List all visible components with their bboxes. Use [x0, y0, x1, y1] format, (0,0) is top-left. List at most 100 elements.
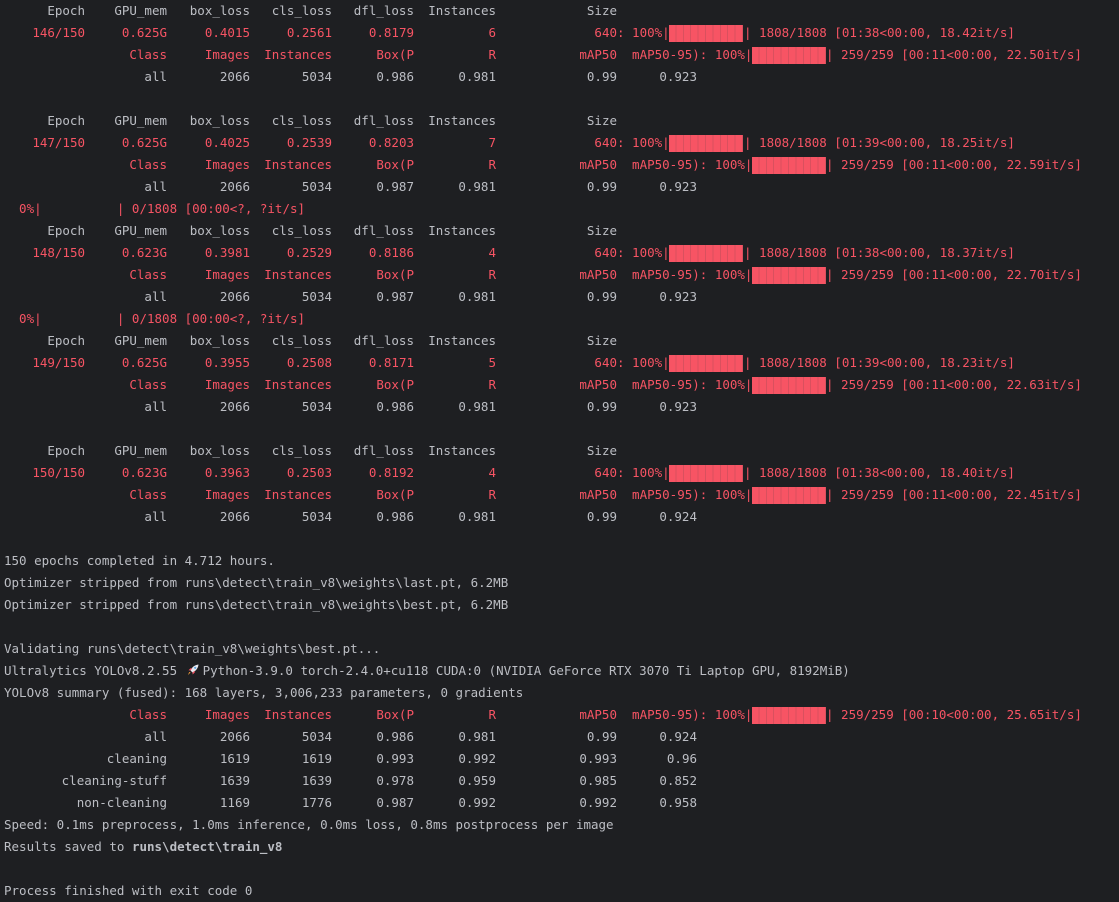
- train-value-cell: 0.3963: [204, 465, 250, 480]
- val-header-cell: Box(P: [376, 47, 414, 62]
- train-value-cell: 640: [594, 245, 617, 260]
- val-header-row: Class Images Instances Box(P RmAP50 mAP50-95…: [0, 264, 1119, 286]
- val-header-cell: mAP50: [579, 377, 617, 392]
- train-header-cell: dfl_loss: [353, 443, 414, 458]
- val-all-row: all 2066 5034 0.987 0.981 0.99 0.923: [0, 286, 1119, 308]
- results-saved-line: Results saved to runs\detect\train_v8: [0, 836, 1119, 858]
- metric-cell: 0.992: [458, 795, 496, 810]
- val-header-cell: R: [488, 487, 496, 502]
- val-header-cell: Images: [204, 157, 250, 172]
- val-header-cell: Class: [129, 267, 167, 282]
- train-header-cell: box_loss: [189, 223, 250, 238]
- train-value-cell: 0.2529: [286, 245, 332, 260]
- metric-cell: 0.99: [586, 729, 617, 744]
- train-value-cell: 640: [594, 25, 617, 40]
- metric-cell: 0.958: [659, 795, 697, 810]
- process-exit-line-text: Process finished with exit code 0: [4, 883, 253, 898]
- optimizer-stripped-last-line-text: Optimizer stripped from runs\detect\trai…: [4, 575, 509, 590]
- metric-cell: 0.852: [659, 773, 697, 788]
- val-header-row: Class Images Instances Box(P RmAP50 mAP50-95…: [0, 484, 1119, 506]
- val-header-row: Class Images Instances Box(P RmAP50 mAP50-95…: [0, 44, 1119, 66]
- progress-label: mAP50-95): 100%|: [617, 707, 753, 722]
- val-all-row: all 2066 5034 0.986 0.981 0.99 0.924: [0, 506, 1119, 528]
- train-header-row: Epoch GPU_mem box_loss cls_loss dfl_loss Inst…: [0, 440, 1119, 462]
- optimizer-stripped-best-line-text: Optimizer stripped from runs\detect\trai…: [4, 597, 509, 612]
- progress-stats: 0%| | 0/1808 [00:00<?, ?it/s]: [4, 311, 306, 326]
- val-header-cell: mAP50: [579, 707, 617, 722]
- idle-progress-row: 0%| | 0/1808 [00:00<?, ?it/s]: [0, 308, 1119, 330]
- metric-cell: 5034: [301, 509, 332, 524]
- train-header-cell: GPU_mem: [114, 3, 167, 18]
- metric-cell: 0.986: [376, 69, 414, 84]
- train-header-cell: cls_loss: [271, 333, 332, 348]
- metric-cell: 1619: [219, 751, 250, 766]
- metric-cell: 2066: [219, 399, 250, 414]
- metric-cell: 0.923: [659, 179, 697, 194]
- val-header-cell: R: [488, 47, 496, 62]
- val-header-cell: mAP50: [579, 157, 617, 172]
- progress-bar: [752, 377, 826, 394]
- train-header-cell: Epoch: [47, 443, 85, 458]
- progress-label: : 100%|: [617, 355, 670, 370]
- val-header-row: Class Images Instances Box(P RmAP50 mAP50-95…: [0, 154, 1119, 176]
- train-value-cell: 148/150: [32, 245, 85, 260]
- progress-label: : 100%|: [617, 135, 670, 150]
- train-header-cell: Instances: [428, 223, 496, 238]
- train-header-cell: dfl_loss: [353, 113, 414, 128]
- train-value-cell: 0.4025: [204, 135, 250, 150]
- model-summary-line: YOLOv8 summary (fused): 168 layers, 3,00…: [0, 682, 1119, 704]
- train-header-cell: cls_loss: [271, 3, 332, 18]
- train-header-cell: box_loss: [189, 113, 250, 128]
- val-header-cell: R: [488, 377, 496, 392]
- train-header-cell: Epoch: [47, 113, 85, 128]
- progress-label: : 100%|: [617, 245, 670, 260]
- train-value-cell: 0.623G: [121, 245, 167, 260]
- progress-bar: [669, 245, 743, 262]
- progress-label: mAP50-95): 100%|: [617, 377, 753, 392]
- train-header-cell: Instances: [428, 333, 496, 348]
- metric-cell: 0.987: [376, 795, 414, 810]
- train-value-cell: 0.2539: [286, 135, 332, 150]
- val-header-cell: R: [488, 267, 496, 282]
- train-value-cell: 0.8179: [368, 25, 414, 40]
- progress-bar: [752, 47, 826, 64]
- metric-cell: cleaning: [106, 751, 167, 766]
- validating-line-text: Validating runs\detect\train_v8\weights\…: [4, 641, 381, 656]
- train-value-cell: 150/150: [32, 465, 85, 480]
- results-prefix: Results saved to: [4, 839, 132, 854]
- train-header-row: Epoch GPU_mem box_loss cls_loss dfl_loss Inst…: [0, 330, 1119, 352]
- train-header-row: Epoch GPU_mem box_loss cls_loss dfl_loss Inst…: [0, 220, 1119, 242]
- val-all-row: all 2066 5034 0.987 0.981 0.99 0.923: [0, 176, 1119, 198]
- final-val-row: cleaning-stuff 1639 1639 0.978 0.959 0.985 0.8…: [0, 770, 1119, 792]
- final-val-row: non-cleaning 1169 1776 0.987 0.992 0.992 0.958: [0, 792, 1119, 814]
- val-header-cell: Box(P: [376, 267, 414, 282]
- metric-cell: cleaning-stuff: [61, 773, 167, 788]
- speed-line-text: Speed: 0.1ms preprocess, 1.0ms inference…: [4, 817, 614, 832]
- process-exit-line: Process finished with exit code 0: [0, 880, 1119, 902]
- metric-cell: 0.99: [586, 399, 617, 414]
- train-progress-row: 148/150 0.623G 0.3981 0.2529 0.8186 4 640: 100…: [0, 242, 1119, 264]
- progress-bar: [752, 707, 826, 724]
- progress-label: : 100%|: [617, 465, 670, 480]
- metric-cell: 0.986: [376, 729, 414, 744]
- metric-cell: 0.981: [458, 729, 496, 744]
- progress-stats: | 1808/1808 [01:38<00:00, 18.37it/s]: [744, 245, 1015, 260]
- metric-cell: 0.981: [458, 179, 496, 194]
- val-header-cell: Images: [204, 487, 250, 502]
- train-value-cell: 0.623G: [121, 465, 167, 480]
- progress-label: mAP50-95): 100%|: [617, 267, 753, 282]
- train-value-cell: 6: [488, 25, 496, 40]
- metric-cell: 0.96: [666, 751, 697, 766]
- val-header-cell: mAP50: [579, 487, 617, 502]
- progress-stats: | 259/259 [00:11<00:00, 22.70it/s]: [826, 267, 1082, 282]
- optimizer-stripped-best-line: Optimizer stripped from runs\detect\trai…: [0, 594, 1119, 616]
- metric-cell: 1776: [301, 795, 332, 810]
- train-value-cell: 0.3981: [204, 245, 250, 260]
- val-header-cell: Box(P: [376, 377, 414, 392]
- results-path-link[interactable]: runs\detect\train_v8: [132, 839, 283, 854]
- metric-cell: 0.959: [458, 773, 496, 788]
- train-header-cell: GPU_mem: [114, 223, 167, 238]
- runtime-text: Python-3.9.0 torch-2.4.0+cu118 CUDA:0 (N…: [202, 663, 850, 678]
- metric-cell: 0.992: [579, 795, 617, 810]
- val-header-cell: Class: [129, 377, 167, 392]
